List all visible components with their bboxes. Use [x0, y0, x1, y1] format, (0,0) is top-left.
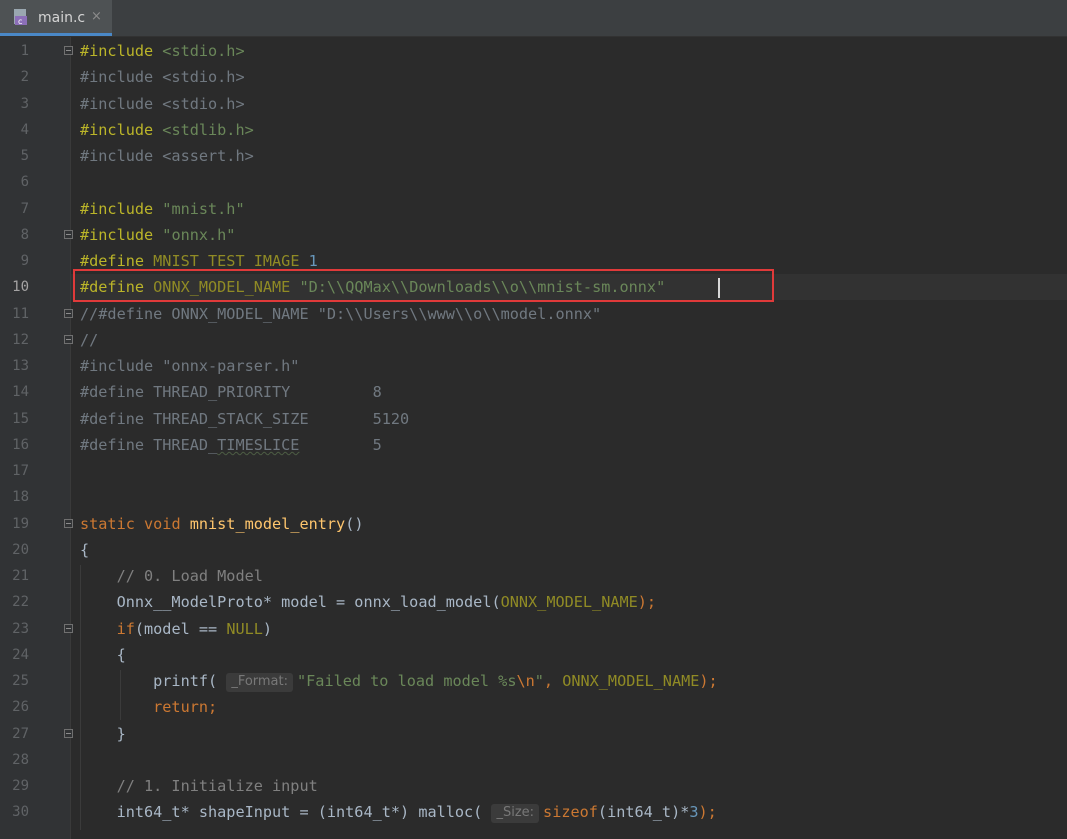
code-line-3: #include <stdio.h> [80, 95, 245, 113]
fold-icon[interactable] [64, 46, 73, 55]
line-number: 15 [12, 411, 29, 427]
close-icon[interactable]: × [91, 9, 102, 24]
line-number: 12 [12, 332, 29, 348]
line-number: 5 [20, 148, 29, 164]
line-number: 13 [12, 358, 29, 374]
line-number: 21 [12, 568, 29, 584]
parameter-hint: _Format: [226, 673, 294, 692]
code-line-12: // [80, 331, 99, 349]
line-number: 11 [12, 306, 29, 322]
code-line-19: static void mnist_model_entry() [80, 515, 364, 533]
fold-icon[interactable] [64, 519, 73, 528]
parameter-hint: _Size: [491, 804, 540, 823]
code-line-14: #define THREAD_PRIORITY 8 [80, 383, 382, 401]
tab-label: main.c [38, 10, 86, 26]
text-caret [718, 278, 720, 298]
line-number: 24 [12, 647, 29, 663]
fold-icon[interactable] [64, 230, 73, 239]
line-number: 23 [12, 621, 29, 637]
code-line-2: #include <stdio.h> [80, 68, 245, 86]
code-line-11: //#define ONNX_MODEL_NAME "D:\\Users\\ww… [80, 305, 602, 323]
line-number: 28 [12, 752, 29, 768]
line-number: 26 [12, 699, 29, 715]
line-number: 20 [12, 542, 29, 558]
line-number: 27 [12, 726, 29, 742]
line-number: 17 [12, 463, 29, 479]
line-number: 3 [20, 96, 29, 112]
line-number: 30 [12, 804, 29, 820]
c-file-icon: c [14, 9, 27, 26]
line-number: 10 [12, 279, 29, 295]
line-number: 1 [20, 43, 29, 59]
code-line-22: Onnx__ModelProto* model = onnx_load_mode… [80, 593, 657, 611]
code-line-5: #include <assert.h> [80, 147, 254, 165]
code-line-29: // 1. Initialize input [80, 777, 318, 795]
line-number: 25 [12, 673, 29, 689]
line-number: 9 [20, 253, 29, 269]
code-line-24: { [80, 646, 126, 664]
line-number: 6 [20, 174, 29, 190]
gutter-divider [70, 37, 71, 839]
code-line-20: { [80, 541, 90, 559]
svg-text:c: c [18, 17, 22, 26]
line-number: 16 [12, 437, 29, 453]
line-number: 22 [12, 594, 29, 610]
code-line-15: #define THREAD_STACK_SIZE 5120 [80, 410, 410, 428]
annotation-highlight-box [73, 269, 774, 302]
fold-icon[interactable] [64, 624, 73, 633]
code-line-26: return; [80, 698, 218, 716]
line-number: 18 [12, 489, 29, 505]
line-number: 14 [12, 384, 29, 400]
code-line-30: int64_t* shapeInput = (int64_t*) malloc(… [80, 803, 717, 823]
code-line-4: #include <stdlib.h> [80, 121, 254, 139]
line-number: 4 [20, 122, 29, 138]
code-line-21: // 0. Load Model [80, 567, 263, 585]
code-line-16: #define THREAD_TIMESLICE 5 [80, 436, 382, 454]
code-line-25: printf( _Format: "Failed to load model %s… [80, 672, 718, 692]
editor-tab-bar: c main.c × [0, 0, 1067, 37]
tab-main-c[interactable]: c main.c × [0, 0, 112, 36]
fold-icon[interactable] [64, 335, 73, 344]
code-line-1: #include <stdio.h> [80, 42, 245, 60]
code-line-27: } [80, 725, 126, 743]
line-number: 2 [20, 69, 29, 85]
line-number: 7 [20, 201, 29, 217]
line-number: 29 [12, 778, 29, 794]
line-number: 8 [20, 227, 29, 243]
code-line-13: #include "onnx-parser.h" [80, 357, 300, 375]
code-line-7: #include "mnist.h" [80, 200, 245, 218]
code-line-8: #include "onnx.h" [80, 226, 236, 244]
line-number: 19 [12, 516, 29, 532]
fold-icon[interactable] [64, 729, 73, 738]
fold-icon[interactable] [64, 309, 73, 318]
code-line-23: if(model == NULL) [80, 620, 273, 638]
